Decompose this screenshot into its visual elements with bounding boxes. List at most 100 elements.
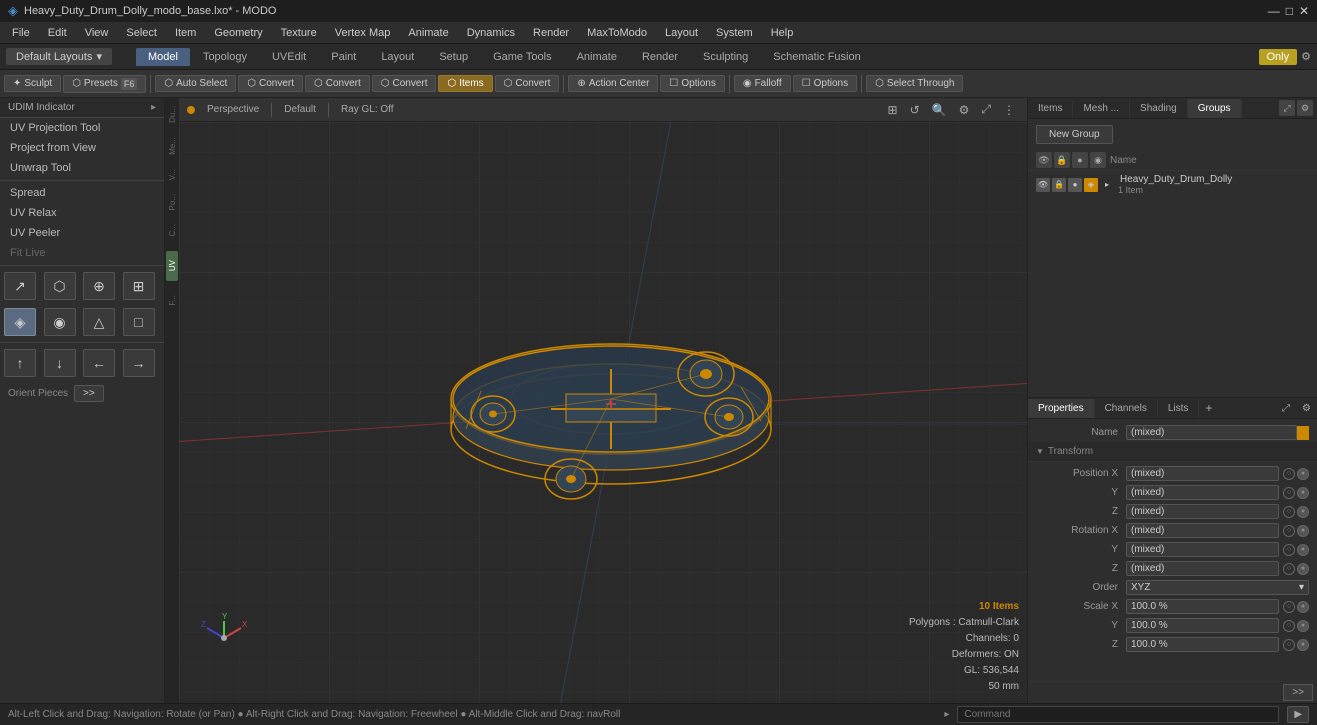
- pi-filled-6[interactable]: ●: [1297, 563, 1309, 575]
- pi-filled-9[interactable]: ●: [1297, 639, 1309, 651]
- icon-btn-triangle[interactable]: △: [83, 308, 115, 336]
- vp-refresh-icon[interactable]: ↺: [906, 100, 924, 119]
- tab-render[interactable]: Render: [630, 48, 690, 66]
- orient-expand-btn[interactable]: >>: [74, 385, 104, 402]
- name-input[interactable]: [1126, 425, 1297, 440]
- settings-icon-right[interactable]: ⚙: [1297, 100, 1313, 116]
- command-input[interactable]: [957, 706, 1279, 723]
- tab-groups[interactable]: Groups: [1188, 99, 1242, 118]
- tool-unwrap[interactable]: Unwrap Tool: [0, 158, 164, 178]
- pi-circle-4[interactable]: ○: [1283, 525, 1295, 537]
- tool-fit-live[interactable]: Fit Live: [0, 243, 164, 263]
- action-center-btn[interactable]: ⊕ Action Center: [568, 75, 658, 92]
- tab-topology[interactable]: Topology: [191, 48, 259, 66]
- add-tab-btn[interactable]: +: [1199, 398, 1218, 418]
- pi-filled-8[interactable]: ●: [1297, 620, 1309, 632]
- pi-circle-7[interactable]: ○: [1283, 601, 1295, 613]
- vp-settings-icon[interactable]: ⚙: [955, 100, 974, 119]
- pi-circle-1[interactable]: ○: [1283, 468, 1295, 480]
- arrow-right-btn[interactable]: →: [123, 349, 155, 377]
- tab-channels[interactable]: Channels: [1095, 399, 1158, 418]
- command-run-btn[interactable]: ▶: [1287, 706, 1309, 723]
- tab-items[interactable]: Items: [1028, 99, 1073, 118]
- group-row-1[interactable]: 👁 🔒 ● ◈ ▸ Heavy_Duty_Drum_Dolly 1 Item: [1028, 171, 1317, 198]
- icon-btn-arrow[interactable]: ↗: [4, 272, 36, 300]
- only-button[interactable]: Only: [1259, 49, 1298, 65]
- pi-circle-3[interactable]: ○: [1283, 506, 1295, 518]
- arrow-up-btn[interactable]: ↑: [4, 349, 36, 377]
- pos-x-input[interactable]: [1126, 466, 1279, 481]
- convert2-btn[interactable]: ⬡ Convert: [305, 75, 370, 92]
- menu-select[interactable]: Select: [118, 25, 165, 41]
- arrow-down-btn[interactable]: ↓: [44, 349, 76, 377]
- default-label[interactable]: Default: [278, 103, 322, 116]
- new-group-button[interactable]: New Group: [1036, 125, 1113, 144]
- pos-z-input[interactable]: [1126, 504, 1279, 519]
- rb-expand-btn[interactable]: ⤢: [1276, 400, 1296, 417]
- menu-help[interactable]: Help: [763, 25, 802, 41]
- rot-y-input[interactable]: [1126, 542, 1279, 557]
- pi-filled-5[interactable]: ●: [1297, 544, 1309, 556]
- vp-search-icon[interactable]: 🔍: [928, 100, 951, 119]
- options2-btn[interactable]: ☐ Options: [793, 75, 857, 92]
- tab-paint[interactable]: Paint: [319, 48, 368, 66]
- rot-z-input[interactable]: [1126, 561, 1279, 576]
- menu-render[interactable]: Render: [525, 25, 577, 41]
- items-btn[interactable]: ⬡ Items: [438, 75, 492, 92]
- left-collapse-side[interactable]: Du... Me... V... Po... C... UV F...: [165, 98, 179, 703]
- viewport-canvas[interactable]: X Z Y 10 Items Polygons : Catmull-Clark …: [179, 122, 1027, 703]
- pi-circle-8[interactable]: ○: [1283, 620, 1295, 632]
- tab-animate[interactable]: Animate: [565, 48, 629, 66]
- udim-expand-icon[interactable]: ▸: [151, 102, 156, 113]
- default-layouts-btn[interactable]: Default Layouts ▾: [6, 48, 112, 65]
- convert4-btn[interactable]: ⬡ Convert: [495, 75, 560, 92]
- menu-item[interactable]: Item: [167, 25, 204, 41]
- order-dropdown[interactable]: XYZ ▾: [1126, 580, 1309, 595]
- scale-z-input[interactable]: [1126, 637, 1279, 652]
- menu-layout[interactable]: Layout: [657, 25, 706, 41]
- perspective-label[interactable]: Perspective: [201, 103, 265, 116]
- scale-x-input[interactable]: [1126, 599, 1279, 614]
- pi-filled-4[interactable]: ●: [1297, 525, 1309, 537]
- pi-filled-3[interactable]: ●: [1297, 506, 1309, 518]
- arrow-left-btn[interactable]: ←: [83, 349, 115, 377]
- icon-btn-grid[interactable]: ⊞: [123, 272, 155, 300]
- menu-dynamics[interactable]: Dynamics: [459, 25, 523, 41]
- tool-uv-peeler[interactable]: UV Peeler: [0, 223, 164, 243]
- expand-icon[interactable]: ⤢: [1279, 100, 1295, 116]
- tab-lists[interactable]: Lists: [1158, 399, 1200, 418]
- pi-circle-6[interactable]: ○: [1283, 563, 1295, 575]
- icon-btn-axis[interactable]: ⊕: [83, 272, 115, 300]
- icon-btn-circle[interactable]: ◉: [44, 308, 76, 336]
- scale-y-input[interactable]: [1126, 618, 1279, 633]
- vp-expand-icon[interactable]: ⤢: [977, 100, 995, 119]
- group-expand-icon[interactable]: ▸: [1100, 178, 1114, 192]
- menu-texture[interactable]: Texture: [273, 25, 325, 41]
- tab-setup[interactable]: Setup: [427, 48, 480, 66]
- menu-file[interactable]: File: [4, 25, 38, 41]
- window-controls[interactable]: — □ ✕: [1268, 4, 1309, 18]
- tab-sculpting[interactable]: Sculpting: [691, 48, 760, 66]
- rb-settings-btn[interactable]: ⚙: [1296, 400, 1317, 417]
- menu-geometry[interactable]: Geometry: [206, 25, 270, 41]
- select-through-btn[interactable]: ⬡ Select Through: [866, 75, 963, 92]
- pos-y-input[interactable]: [1126, 485, 1279, 500]
- close-btn[interactable]: ✕: [1299, 4, 1309, 18]
- sculpt-btn[interactable]: ✦ Sculpt: [4, 75, 61, 92]
- rot-x-input[interactable]: [1126, 523, 1279, 538]
- convert1-btn[interactable]: ⬡ Convert: [238, 75, 303, 92]
- tool-uv-relax[interactable]: UV Relax: [0, 203, 164, 223]
- convert3-btn[interactable]: ⬡ Convert: [372, 75, 437, 92]
- falloff-btn[interactable]: ◉ Falloff: [734, 75, 791, 92]
- menu-vertex-map[interactable]: Vertex Map: [327, 25, 399, 41]
- menu-animate[interactable]: Animate: [400, 25, 456, 41]
- group-lock-icon[interactable]: 🔒: [1052, 178, 1066, 192]
- tool-uv-projection[interactable]: UV Projection Tool: [0, 118, 164, 138]
- menu-edit[interactable]: Edit: [40, 25, 75, 41]
- tab-layout[interactable]: Layout: [369, 48, 426, 66]
- menu-view[interactable]: View: [77, 25, 117, 41]
- tab-uvedit[interactable]: UVEdit: [260, 48, 318, 66]
- auto-select-btn[interactable]: ⬡ Auto Select: [155, 75, 236, 92]
- tab-schematic[interactable]: Schematic Fusion: [761, 48, 872, 66]
- presets-btn[interactable]: ⬡ Presets F6: [63, 75, 146, 93]
